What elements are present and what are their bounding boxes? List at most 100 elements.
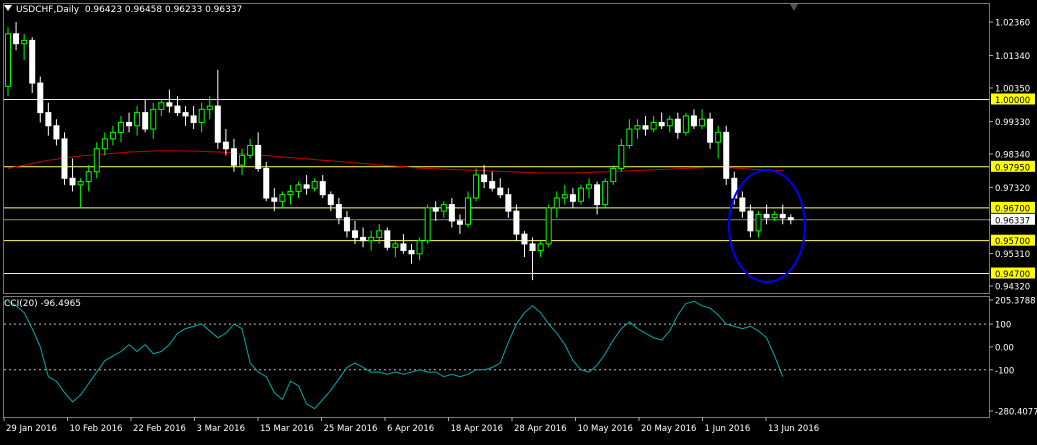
candle-body [384,230,391,248]
candle-body [723,131,730,179]
symbol-label: USDCHF,Daily [16,5,80,15]
candle-body [416,240,423,255]
candle-body [198,108,205,123]
candle-body [190,115,197,123]
time-tick-label: 25 Mar 2016 [324,424,378,434]
candle-body [287,190,294,196]
candle-body [529,243,536,252]
level-label-1: 0.97950 [995,163,1030,173]
candle-body [497,187,504,196]
candle-body [464,197,471,225]
candle-body [279,194,286,202]
time-tick-label: 15 Mar 2016 [260,424,314,434]
candle-body [352,230,359,238]
candle-body [634,125,641,130]
candle-body [779,213,786,219]
chart-window[interactable]: 1.02360 1.01340 1.00350 0.99330 0.98340 0.973… [0,0,1037,441]
highlight-ellipse [728,169,806,283]
candle-body [174,105,181,114]
price-chart[interactable]: 1.02360 1.01340 1.00350 0.99330 0.98340 0.973… [0,0,1037,441]
price-tick-label: 1.01340 [995,52,1030,62]
dropdown-triangle-icon[interactable] [4,5,12,11]
cci-tick-label: -280.4077 [995,408,1037,418]
time-tick-label: 29 Jan 2016 [6,424,57,434]
time-tick-label: 1 Jun 2016 [705,424,751,434]
candle-body [142,112,149,130]
candle-body [481,174,488,183]
candle-body [311,181,318,189]
candle-body [618,144,625,169]
candle-body [586,184,593,189]
candle-body [319,181,326,196]
time-tick-label: 10 May 2016 [578,424,633,434]
candle-body [29,39,36,84]
candle-body [134,112,141,127]
candle-body [602,181,609,206]
candle-body [658,121,665,127]
time-tick-label: 20 May 2016 [641,424,696,434]
time-tick-label: 13 Jun 2016 [768,424,819,434]
cci-panel-frame [3,296,990,418]
candle-body [642,125,649,130]
candle-body [747,210,754,232]
candle-body [537,243,544,252]
candle-body [432,207,439,212]
candle-body [61,138,68,179]
candle-body [360,236,367,242]
price-axis: 1.02360 1.01340 1.00350 0.99330 0.98340 0.973… [989,19,1035,293]
candle-body [247,144,254,156]
time-tick-label: 22 Feb 2016 [133,424,186,434]
main-panel-frame [3,3,990,294]
candle-body [715,131,722,143]
cci-plot [4,300,989,410]
candles [5,22,794,281]
candle-body [255,144,262,169]
candle-body [230,148,237,166]
candle-body [45,112,52,127]
price-tick-label: 1.02360 [995,19,1030,29]
candle-body [69,177,76,186]
candle-body [37,82,44,114]
candle-body [271,197,278,202]
time-tick-label: 28 Apr 2016 [514,424,567,434]
candle-body [505,194,512,212]
price-tick-label: 0.98340 [995,151,1030,161]
candle-body [545,207,552,245]
candle-body [650,121,657,130]
candle-body [699,118,706,127]
candle-body [222,141,229,150]
candle-body [513,210,520,235]
price-tick-label: 0.95310 [995,250,1030,260]
cci-tick-label: 100 [995,321,1011,331]
candle-body [93,148,100,173]
price-tick-label: 0.96337 [995,216,1030,226]
candle-body [214,105,221,143]
candle-body [424,207,431,242]
candle-body [739,197,746,212]
candle-body [117,121,124,133]
candle-body [343,217,350,232]
candle-body [5,33,11,87]
candle-body [101,138,108,150]
candle-body [755,213,762,232]
level-label-0: 1.00000 [995,96,1030,106]
candle-body [368,236,375,242]
candle-body [473,174,480,199]
candle-body [456,220,463,225]
candle-body [77,181,84,186]
candle-body [263,167,270,199]
candle-body [666,118,673,127]
time-tick-label: 18 Apr 2016 [451,424,504,434]
candle-body [166,102,173,107]
time-axis: 29 Jan 2016 10 Feb 2016 22 Feb 2016 3 Mar 2… [3,417,819,434]
candle-body [690,115,697,127]
candle-body [400,243,407,252]
candle-body [787,217,794,221]
price-tick-label: 0.97320 [995,184,1030,194]
shift-marker-icon[interactable] [790,4,798,11]
candle-body [239,154,246,166]
candle-body [489,181,496,189]
candle-body [295,184,302,192]
price-tick-label: 1.00350 [995,85,1030,95]
cci-line [7,300,784,410]
